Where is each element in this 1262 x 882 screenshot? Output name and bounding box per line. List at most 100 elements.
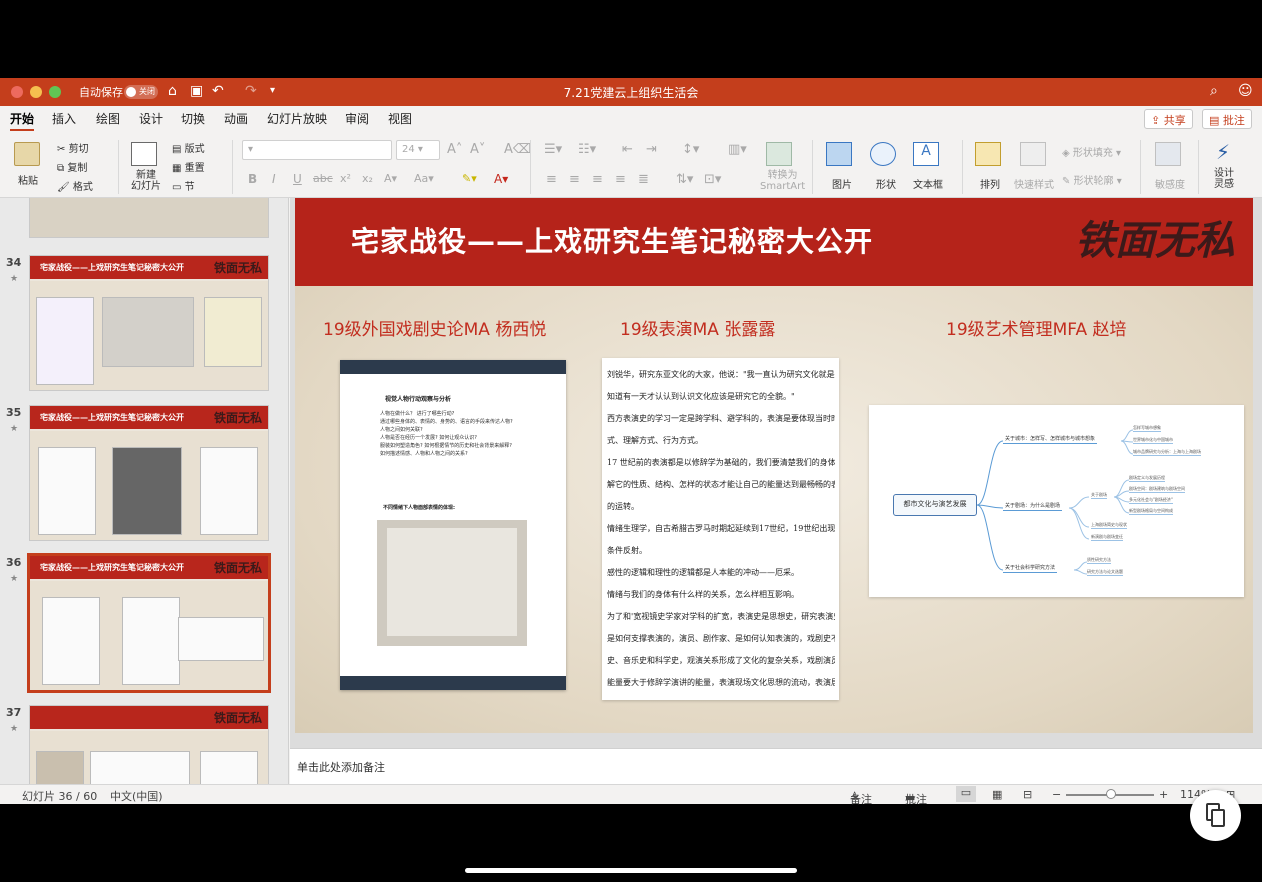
highlight-icon[interactable]: ✎▾	[462, 172, 477, 185]
shrink-font-icon[interactable]: A˅	[470, 142, 485, 157]
align-text-icon[interactable]: ⊡▾	[704, 172, 721, 187]
slide-thumbnail-37[interactable]: 铁面无私	[29, 705, 269, 784]
grow-font-icon[interactable]: A˄	[447, 142, 462, 157]
format-painter-button[interactable]: 🖌 格式	[57, 178, 93, 193]
zoom-slider-thumb[interactable]	[1106, 789, 1116, 799]
arrange-icon[interactable]	[975, 142, 1001, 166]
decrease-indent-icon[interactable]: ⇤	[622, 142, 633, 157]
picture-icon[interactable]	[826, 142, 852, 166]
tab-insert[interactable]: 插入	[52, 110, 76, 127]
text-direction-icon[interactable]: ⇅▾	[676, 172, 693, 187]
text-effects-icon[interactable]: A▾	[384, 172, 397, 185]
font-size-select[interactable]: 24 ▾	[396, 140, 440, 160]
normal-view-icon[interactable]: ▭	[956, 786, 976, 802]
column-title-right[interactable]: 19级艺术管理MFA 赵培	[946, 315, 1127, 340]
search-icon[interactable]: ⌕	[1210, 83, 1218, 99]
slide-thumbnail-33[interactable]	[29, 198, 269, 238]
change-case-icon[interactable]: Aa▾	[414, 172, 434, 185]
notes-app-screenshot[interactable]: 视觉人物行动观察与分析 人物在做什么？ 进行了哪些行动? 通过哪些身体的、表情的…	[340, 360, 566, 690]
slide-36[interactable]: 宅家战役——上戏研究生笔记秘密大公开 铁面无私 19级外国戏剧史论MA 杨西悦 …	[295, 198, 1253, 733]
smartart-icon[interactable]	[766, 142, 792, 166]
column-title-left[interactable]: 19级外国戏剧史论MA 杨西悦	[323, 315, 546, 340]
designer-lightning-icon[interactable]: ⚡	[1210, 140, 1236, 164]
align-center-icon[interactable]: ≡	[569, 172, 580, 187]
superscript-icon[interactable]: x²	[340, 172, 351, 185]
text-document-image[interactable]: 刘锐华，研究东亚文化的大家，他说："我一直认为研究文化就是研究文化本身， 知道有…	[602, 358, 839, 700]
convert-smartart-button[interactable]: 转换为 SmartArt	[760, 170, 805, 192]
new-slide-icon[interactable]	[131, 142, 157, 166]
section-button[interactable]: ▭ 节	[172, 178, 195, 193]
quick-styles-button[interactable]: 快速样式	[1014, 176, 1054, 191]
underline-icon[interactable]: U	[293, 172, 302, 186]
tab-slideshow[interactable]: 幻灯片放映	[267, 110, 327, 127]
mindmap-leaf-node: 上海剧场简史与现状	[1091, 522, 1127, 529]
distributed-icon[interactable]: ≣	[638, 172, 649, 187]
shape-button[interactable]: 形状	[876, 176, 896, 191]
shapes-icon[interactable]	[870, 142, 896, 166]
tab-animations[interactable]: 动画	[224, 110, 248, 127]
slide-title[interactable]: 宅家战役——上戏研究生笔记秘密大公开	[351, 220, 873, 260]
paste-button[interactable]: 粘贴	[18, 172, 38, 187]
zoom-out-button[interactable]: −	[1052, 788, 1061, 801]
feedback-smiley-icon[interactable]: ☺	[1238, 83, 1253, 99]
increase-indent-icon[interactable]: ⇥	[646, 142, 657, 157]
textbox-icon[interactable]: A	[913, 142, 939, 166]
mindmap-root-node: 都市文化与演艺发展	[893, 494, 977, 516]
share-button[interactable]: ⇪ 共享	[1144, 109, 1193, 129]
slide-thumbnails-pane[interactable]: 34 ★ 宅家战役——上戏研究生笔记秘密大公开 铁面无私 35 ★ 宅家战役——上…	[0, 198, 289, 784]
textbox-button[interactable]: 文本框	[913, 176, 943, 191]
language-indicator[interactable]: 中文(中国)	[110, 788, 163, 804]
sensitivity-button[interactable]: 敏感度	[1155, 176, 1185, 191]
align-left-icon[interactable]: ≡	[546, 172, 557, 187]
bullets-icon[interactable]: ☰▾	[544, 142, 562, 157]
home-indicator[interactable]	[465, 868, 797, 873]
cut-button[interactable]: ✂ 剪切	[57, 140, 89, 155]
picture-button[interactable]: 图片	[832, 176, 852, 191]
align-right-icon[interactable]: ≡	[592, 172, 603, 187]
copy-button[interactable]: ⧉ 复制	[57, 159, 87, 174]
quick-styles-icon[interactable]	[1020, 142, 1046, 166]
speaker-notes-pane[interactable]: 单击此处添加备注	[290, 748, 1262, 784]
clear-format-icon[interactable]: A⌫	[504, 142, 531, 157]
presenter-view-icon[interactable]: ⊟	[1023, 788, 1032, 801]
column-title-middle[interactable]: 19级表演MA 张露露	[620, 315, 775, 340]
new-slide-button[interactable]: 新建 幻灯片	[131, 170, 161, 192]
font-family-select[interactable]: ▾	[242, 140, 392, 160]
strikethrough-icon[interactable]: abc	[313, 172, 333, 185]
mindmap-leaf-node: 研究方法与论文选题	[1087, 569, 1123, 576]
tab-draw[interactable]: 绘图	[96, 110, 120, 127]
tab-transitions[interactable]: 切换	[181, 110, 205, 127]
italic-icon[interactable]: I	[272, 172, 276, 186]
table-photo	[377, 520, 527, 646]
slide-thumbnail-36-selected[interactable]: 宅家战役——上戏研究生笔记秘密大公开 铁面无私	[27, 553, 271, 693]
tab-home[interactable]: 开始	[10, 110, 35, 131]
tab-view[interactable]: 视图	[388, 110, 412, 127]
comments-button[interactable]: ▤ 批注	[1202, 109, 1252, 129]
zoom-in-button[interactable]: +	[1159, 788, 1168, 801]
tab-design[interactable]: 设计	[139, 110, 163, 127]
numbering-icon[interactable]: ☷▾	[578, 142, 596, 157]
paste-icon[interactable]	[14, 142, 40, 166]
mindmap-image[interactable]: 都市文化与演艺发展 关于城市：怎样写、怎样城市与城市想象 关于剧场：为什么是剧场…	[869, 405, 1244, 597]
star-icon: ★	[10, 724, 19, 734]
picture-in-picture-button[interactable]	[1190, 790, 1241, 841]
arrange-button[interactable]: 排列	[980, 176, 1000, 191]
justify-icon[interactable]: ≡	[615, 172, 626, 187]
slide-canvas[interactable]: 宅家战役——上戏研究生笔记秘密大公开 铁面无私 19级外国戏剧史论MA 杨西悦 …	[290, 198, 1262, 748]
line-spacing-icon[interactable]: ↕▾	[682, 142, 699, 157]
tab-review[interactable]: 审阅	[345, 110, 369, 127]
reset-button[interactable]: ▦ 重置	[172, 159, 205, 174]
shape-fill-button[interactable]: ◈ 形状填充 ▾	[1062, 144, 1121, 159]
notes-placeholder[interactable]: 单击此处添加备注	[297, 759, 385, 775]
columns-icon[interactable]: ▥▾	[728, 142, 747, 157]
slide-thumbnail-35[interactable]: 宅家战役——上戏研究生笔记秘密大公开 铁面无私	[29, 405, 269, 541]
layout-button[interactable]: ▤ 版式	[172, 140, 205, 155]
sensitivity-icon[interactable]	[1155, 142, 1181, 166]
designer-button[interactable]: 设计 灵感	[1214, 168, 1234, 190]
slide-thumbnail-34[interactable]: 宅家战役——上戏研究生笔记秘密大公开 铁面无私	[29, 255, 269, 391]
font-color-icon[interactable]: A▾	[494, 172, 508, 186]
shape-outline-button[interactable]: ✎ 形状轮廓 ▾	[1062, 172, 1122, 187]
bold-icon[interactable]: B	[248, 172, 257, 186]
slide-sorter-icon[interactable]: ▦	[992, 788, 1002, 801]
subscript-icon[interactable]: x₂	[362, 172, 373, 185]
